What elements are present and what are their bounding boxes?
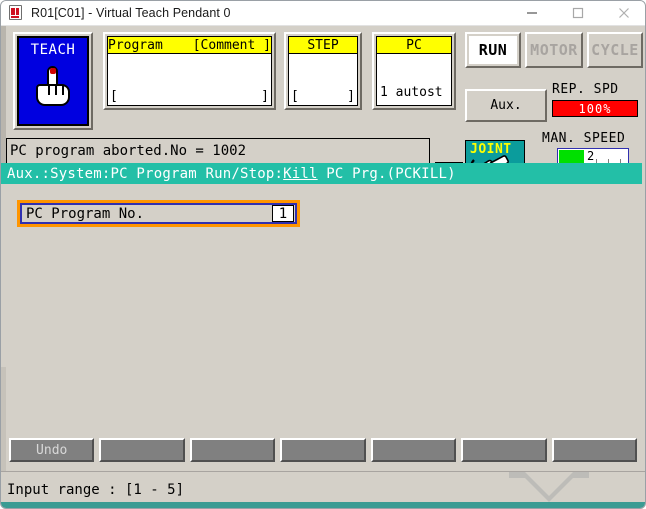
softkey-undo[interactable]: Undo [9,438,95,462]
softkey-3[interactable] [189,438,276,462]
run-status-button[interactable]: RUN [465,32,521,68]
pc-panel-body: 1 autost 2 autost [377,54,451,105]
rep-speed-label: REP. SPD [552,82,619,97]
breadcrumb-current: Kill [283,165,318,182]
rep-speed-value: 100% [552,100,638,117]
program-panel-header: Program [Comment ] [108,37,271,54]
breadcrumb-suffix: PC Prg.(PCKILL) [317,165,456,182]
pc-panel[interactable]: PC 1 autost 2 autost [372,32,456,110]
pc-line-1: 1 autost [380,85,443,100]
pc-panel-header: PC [377,37,451,54]
program-bracket-close: ] [261,89,269,104]
main-content-area: PC Program No. 1 [1,184,645,508]
softkey-6[interactable] [461,438,547,462]
softkey-5[interactable] [370,438,457,462]
virtual-teach-pendant-window: R01[C01] - Virtual Teach Pendant 0 TEACH [0,0,646,509]
motor-status-button[interactable]: MOTOR [525,32,583,68]
aux-button[interactable]: Aux. [465,89,547,122]
program-bracket-open: [ [110,89,118,104]
softkey-bar: Undo [1,438,645,468]
program-panel[interactable]: Program [Comment ] [ ] [103,32,276,110]
step-bracket-open: [ [291,89,299,104]
window-controls [509,1,645,26]
step-panel-body: [ ] [289,54,357,105]
program-panel-body: [ ] [108,54,271,105]
cycle-status-button[interactable]: CYCLE [587,32,643,68]
maximize-icon[interactable] [555,1,601,26]
input-range-status: Input range : [1 - 5] [7,482,185,498]
run-label: RUN [469,36,517,64]
softkey-2[interactable] [99,438,185,462]
window-title: R01[C01] - Virtual Teach Pendant 0 [31,6,231,20]
close-icon[interactable] [601,1,645,26]
cycle-label: CYCLE [591,36,639,64]
teach-mode-button[interactable]: TEACH [13,32,93,130]
program-header-right: [Comment ] [192,38,271,53]
minimize-icon[interactable] [509,1,555,26]
step-bracket-close: ] [347,89,355,104]
pc-program-no-input[interactable]: 1 [272,205,294,222]
teach-label: TEACH [30,42,76,58]
teach-pendant-app-icon [8,5,24,21]
man-speed-value: 2 [587,149,595,163]
pc-program-no-label: PC Program No. [26,205,145,222]
aux-label: Aux. [490,98,522,113]
breadcrumb-prefix: Aux.:System:PC Program Run/Stop: [7,165,284,182]
breadcrumb: Aux.:System:PC Program Run/Stop: Kill PC … [1,163,642,184]
hand-pointer-icon [34,62,72,108]
program-header-left: Program [108,38,163,53]
step-panel-header: STEP [289,37,357,54]
softkey-7[interactable] [551,438,637,462]
status-bar: Input range : [1 - 5] MECH MIND [1,471,645,508]
pendant-toolbar: TEACH Program [Comment ] [ ] STEP [] PC… [1,26,645,183]
softkey-4[interactable] [280,438,366,462]
man-speed-label: MAN. SPEED [542,131,626,146]
step-panel[interactable]: STEP [ ] [284,32,362,110]
window-titlebar: R01[C01] - Virtual Teach Pendant 0 [1,1,645,26]
message-text: PC program aborted.No = 1002 [10,143,247,159]
bottom-strip [1,502,645,508]
motor-label: MOTOR [529,36,579,64]
pc-program-no-field[interactable]: PC Program No. 1 [17,200,300,227]
